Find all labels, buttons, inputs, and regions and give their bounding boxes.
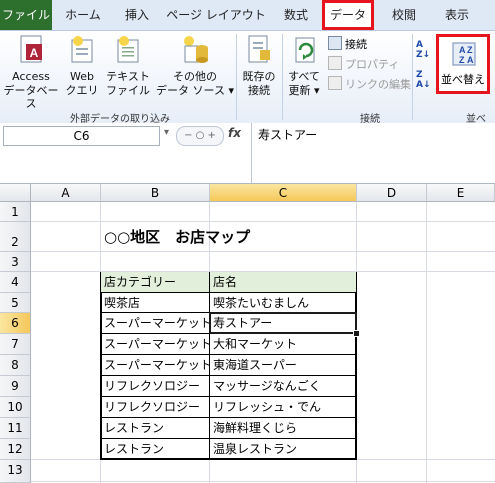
tab-file[interactable]: ファイル [0,0,52,30]
other-label-2: データ ソース ▾ [156,84,234,97]
row-header-1[interactable]: 1 [0,202,31,222]
other-sources-button[interactable]: その他の データ ソース ▾ [156,34,234,98]
refresh-label-2: 更新 ▾ [288,84,320,97]
svg-text:A: A [459,45,466,55]
refresh-all-button[interactable]: すべて 更新 ▾ [284,34,324,98]
row-header-6[interactable]: 6 [0,313,31,334]
ribbon-separator [412,34,413,120]
column-header-c[interactable]: C [210,184,357,202]
svg-text:A: A [30,46,39,60]
sort-label: 並べ替え [441,73,485,86]
tab-formulas[interactable]: 数式 [272,0,320,30]
table-cell-category[interactable]: リフレクソロジー [101,376,210,397]
gridline [426,202,427,483]
sort-descending-icon[interactable]: Z A↓ [416,70,432,92]
row-header-5[interactable]: 5 [0,293,31,313]
web-label-1: Web [70,70,94,83]
link-icon [328,76,342,90]
table-cell-store[interactable]: リフレッシュ・でん [210,397,356,418]
table-cell-category[interactable]: リフレクソロジー [101,397,210,418]
table-cell-store[interactable]: 海鮮料理くじら [210,418,356,439]
row-header-4[interactable]: 4 [0,272,31,293]
column-header-b[interactable]: B [101,184,210,202]
properties-button[interactable]: プロパティ [328,56,399,73]
active-cell-c6[interactable] [209,312,357,334]
refresh-icon [295,37,315,63]
fill-handle[interactable] [353,330,360,337]
svg-text:Z: Z [467,45,473,55]
row-header-13[interactable]: 13 [0,460,31,483]
insert-function-button[interactable]: fx [228,126,241,140]
sort-ascending-icon[interactable]: A Z↓ [416,40,432,62]
column-header-e[interactable]: E [427,184,495,202]
table-cell-store[interactable]: 喫茶たいむましん [210,293,356,313]
sort-button[interactable]: A Z Z A 並べ替え [436,34,490,94]
connections-icon [328,36,342,50]
table-cell-store[interactable]: 大和マーケット [210,334,356,355]
column-header-a[interactable]: A [31,184,101,202]
table-cell-category[interactable]: レストラン [101,418,210,439]
sort-icon: A Z Z A [452,42,476,66]
formula-input[interactable]: 寿ストアー [251,123,495,183]
name-box[interactable]: C6 [3,126,160,146]
svg-text:Z: Z [459,55,465,65]
refresh-label-1: すべて [288,70,320,83]
table-cell-store[interactable]: 温泉レストラン [210,439,356,460]
existing-label-2: 接続 [248,84,270,97]
existing-label-1: 既存の [242,70,276,83]
tab-data[interactable]: データ [322,0,374,30]
text-label-2: ファイル [106,84,150,97]
tab-view[interactable]: 表示 [432,0,482,30]
edit-links-button[interactable]: リンクの編集 [328,76,411,93]
access-icon: A [20,35,42,63]
table-cell-category[interactable]: レストラン [101,439,210,460]
tab-page-layout[interactable]: ページ レイアウト [166,0,266,30]
table-cell-category[interactable]: スーパーマーケット [101,313,210,334]
table-cell-category[interactable]: 喫茶店 [101,293,210,313]
row-header-7[interactable]: 7 [0,334,31,355]
tab-review[interactable]: 校閲 [379,0,429,30]
sheet-title: ○○地区 お店マップ [104,228,251,246]
table-header-store[interactable]: 店名 [210,272,356,293]
ribbon-separator [236,34,237,120]
row-header-3[interactable]: 3 [0,252,31,272]
text-file-icon [117,36,139,63]
web-query-button[interactable]: Web クエリ [62,34,102,98]
row-header-11[interactable]: 11 [0,418,31,439]
access-label-2: データベース [3,84,59,110]
web-label-2: クエリ [65,84,99,97]
row-header-9[interactable]: 9 [0,376,31,397]
ribbon-separator [282,34,283,120]
access-database-button[interactable]: A Access データベース [0,34,62,110]
name-box-dropdown-icon[interactable]: ▾ [164,127,169,138]
table-cell-store[interactable]: マッサージなんごく [210,376,356,397]
column-header-d[interactable]: D [357,184,427,202]
other-label-1: その他の [173,70,217,83]
properties-icon [328,56,342,70]
table-header-category[interactable]: 店カテゴリー [101,272,210,293]
table-cell-category[interactable]: スーパーマーケット [101,334,210,355]
row-header-2[interactable]: 2 [0,222,31,252]
other-sources-icon [184,36,208,63]
connections-button[interactable]: 接続 [328,36,367,53]
text-file-button[interactable]: テキスト ファイル [102,34,154,98]
access-label-1: Access [12,70,50,83]
existing-connections-icon [248,35,270,63]
existing-connections-button[interactable]: 既存の 接続 [238,34,280,98]
row-header-8[interactable]: 8 [0,355,31,376]
select-all-corner[interactable] [0,184,31,202]
tab-home[interactable]: ホーム [55,0,111,30]
ribbon-tab-bar: ファイル ホーム 挿入 ページ レイアウト 数式 データ 校閲 表示 [0,0,495,30]
web-query-icon [71,36,93,63]
row-header-12[interactable]: 12 [0,439,31,460]
table-cell-category[interactable]: スーパーマーケット [101,355,210,376]
tab-insert[interactable]: 挿入 [113,0,161,30]
formula-splitter[interactable]: − ○ + [176,126,224,146]
table-cell-store[interactable]: 東海道スーパー [210,355,356,376]
row-header-10[interactable]: 10 [0,397,31,418]
svg-text:A: A [467,55,474,65]
text-label-1: テキスト [106,70,150,83]
